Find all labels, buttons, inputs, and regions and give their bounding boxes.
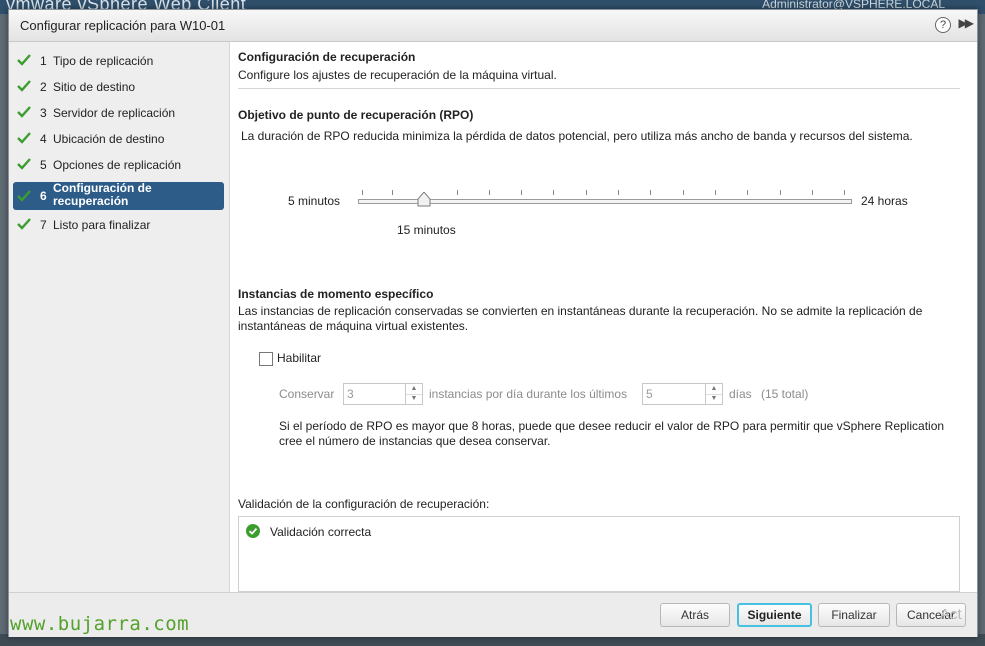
enable-pit-checkbox[interactable] bbox=[259, 352, 273, 366]
step-label: Servidor de replicación bbox=[53, 106, 176, 120]
help-icon[interactable]: ? bbox=[935, 17, 951, 33]
check-icon bbox=[17, 106, 31, 118]
step-number: 5 bbox=[40, 158, 47, 172]
instances-stepper[interactable]: 3 ▲ ▼ bbox=[343, 383, 423, 405]
validation-result-text: Validación correcta bbox=[270, 525, 372, 539]
slider-tick bbox=[586, 190, 587, 195]
activation-watermark: Act bbox=[940, 606, 962, 623]
step-label: Opciones de replicación bbox=[53, 158, 182, 172]
step-ubicacion-destino[interactable]: 4 Ubicación de destino bbox=[13, 126, 224, 152]
step-label: Listo para finalizar bbox=[53, 218, 151, 232]
check-icon bbox=[17, 190, 31, 202]
rpo-max-label: 24 horas bbox=[861, 194, 908, 208]
pit-heading: Instancias de momento específico bbox=[238, 287, 434, 301]
check-icon bbox=[17, 218, 31, 230]
slider-tick bbox=[715, 190, 716, 195]
page-subtitle: Configure los ajustes de recuperación de… bbox=[238, 68, 557, 82]
slider-tick bbox=[812, 190, 813, 195]
rpo-slider-track[interactable] bbox=[358, 199, 852, 204]
slider-tick bbox=[553, 190, 554, 195]
slider-tick bbox=[650, 190, 651, 195]
check-icon bbox=[17, 80, 31, 92]
rpo-value-label: 15 minutos bbox=[397, 223, 456, 237]
dialog-titlebar: Configurar replicación para W10-01 ? ▶▶ bbox=[9, 10, 977, 42]
days-stepper[interactable]: 5 ▲ ▼ bbox=[642, 383, 723, 405]
validation-result-box: Validación correcta bbox=[238, 516, 960, 592]
step-number: 2 bbox=[40, 80, 47, 94]
rpo-heading: Objetivo de punto de recuperación (RPO) bbox=[238, 108, 474, 122]
step-number: 7 bbox=[40, 218, 47, 232]
check-icon bbox=[17, 158, 31, 170]
step-number: 3 bbox=[40, 106, 47, 120]
pit-note: Si el período de RPO es mayor que 8 hora… bbox=[279, 419, 945, 448]
wizard-steps-nav: 1 Tipo de replicación 2 Sitio de destino… bbox=[9, 42, 230, 592]
next-button[interactable]: Siguiente bbox=[737, 603, 812, 627]
keep-label: Conservar bbox=[279, 387, 335, 401]
step-label: Ubicación de destino bbox=[53, 132, 165, 146]
dialog-title: Configurar replicación para W10-01 bbox=[20, 18, 226, 33]
finish-button[interactable]: Finalizar bbox=[818, 603, 890, 627]
days-label: días bbox=[729, 387, 752, 401]
slider-tick bbox=[457, 190, 458, 195]
chevron-down-icon[interactable]: ▼ bbox=[706, 394, 722, 404]
rpo-slider-thumb[interactable] bbox=[417, 192, 431, 207]
step-listo-finalizar[interactable]: 7 Listo para finalizar bbox=[13, 212, 224, 238]
step-label: Sitio de destino bbox=[53, 80, 136, 94]
rpo-min-label: 5 minutos bbox=[288, 194, 341, 208]
check-icon bbox=[17, 132, 31, 144]
page-title: Configuración de recuperación bbox=[238, 50, 416, 64]
per-day-label: instancias por día durante los últimos bbox=[429, 387, 628, 401]
success-check-icon bbox=[246, 524, 260, 538]
step-label: Tipo de replicación bbox=[53, 54, 154, 68]
pit-description: Las instancias de replicación conservada… bbox=[238, 304, 923, 333]
step-servidor-replicacion[interactable]: 3 Servidor de replicación bbox=[13, 100, 224, 126]
chevron-down-icon[interactable]: ▼ bbox=[406, 394, 422, 404]
divider bbox=[238, 88, 960, 89]
watermark-text: www.bujarra.com bbox=[10, 613, 190, 635]
days-value: 5 bbox=[646, 387, 653, 401]
step-number: 1 bbox=[40, 54, 47, 68]
slider-tick bbox=[844, 190, 845, 195]
step-number: 6 bbox=[40, 189, 47, 203]
slider-tick bbox=[392, 190, 393, 195]
step-tipo-replicacion[interactable]: 1 Tipo de replicación bbox=[13, 48, 224, 74]
stepper-buttons: ▲ ▼ bbox=[705, 384, 722, 404]
step-sitio-destino[interactable]: 2 Sitio de destino bbox=[13, 74, 224, 100]
replication-wizard-dialog: Configurar replicación para W10-01 ? ▶▶ … bbox=[8, 9, 978, 637]
back-button[interactable]: Atrás bbox=[660, 603, 730, 627]
enable-pit-label: Habilitar bbox=[277, 351, 322, 365]
slider-tick bbox=[618, 190, 619, 195]
stepper-buttons: ▲ ▼ bbox=[405, 384, 422, 404]
total-label: (15 total) bbox=[761, 387, 809, 401]
slider-tick bbox=[683, 190, 684, 195]
rpo-description: La duración de RPO reducida minimiza la … bbox=[241, 129, 913, 143]
step-label: Configuración de recuperación bbox=[53, 181, 152, 208]
step-number: 4 bbox=[40, 132, 47, 146]
slider-tick bbox=[521, 190, 522, 195]
slider-tick bbox=[747, 190, 748, 195]
slider-tick bbox=[780, 190, 781, 195]
instances-value: 3 bbox=[347, 387, 354, 401]
step-content: Configuración de recuperación Configure … bbox=[230, 42, 976, 592]
slider-tick bbox=[362, 190, 363, 195]
slider-tick bbox=[489, 190, 490, 195]
step-opciones-replicacion[interactable]: 5 Opciones de replicación bbox=[13, 152, 224, 178]
check-icon bbox=[17, 54, 31, 66]
validation-heading: Validación de la configuración de recupe… bbox=[238, 497, 490, 511]
step-configuracion-recuperacion[interactable]: 6 Configuración de recuperación bbox=[13, 182, 224, 210]
expand-icon[interactable]: ▶▶ bbox=[959, 16, 975, 30]
